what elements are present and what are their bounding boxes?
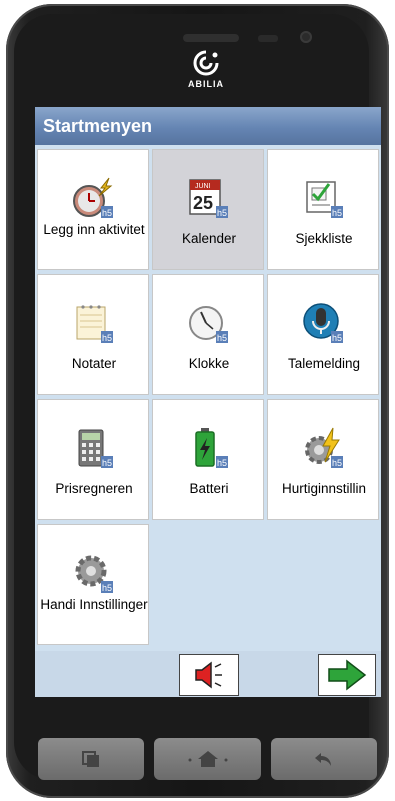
calculator-icon: h5 [78,429,113,468]
proximity-sensor [258,35,278,42]
tile-label: Talemelding [287,356,361,371]
svg-text:25: 25 [193,193,213,213]
recent-apps-button[interactable] [38,738,144,780]
svg-text:h5: h5 [102,333,112,343]
svg-text:h5: h5 [217,458,227,468]
tile-label: Batteri [189,481,229,496]
gear-settings-icon: h5 [75,555,113,593]
svg-text:h5: h5 [102,458,112,468]
tile-label: Sjekkliste [295,231,353,246]
tile-label: Notater [71,356,117,371]
green-arrow-right-icon [328,659,367,691]
tile-talemelding[interactable]: h5 Talemelding [267,274,379,395]
home-button[interactable] [154,738,261,780]
tile-label: Prisregneren [55,481,133,496]
home-icon [188,751,227,767]
title-bar: Startmenyen [35,107,381,145]
calendar-icon: JUNI 25 h5 [189,179,228,218]
abilia-logo-icon [193,50,219,76]
back-icon [315,753,331,766]
svg-text:h5: h5 [217,208,227,218]
tile-label: Klokke [188,356,230,371]
svg-text:h5: h5 [217,333,227,343]
microphone-icon: h5 [303,303,343,343]
front-camera [300,31,312,43]
checklist-icon: h5 [306,181,343,218]
tile-klokke[interactable]: h5 Klokke [152,274,264,395]
svg-text:h5: h5 [102,583,112,593]
earpiece-speaker [183,34,239,42]
svg-text:h5: h5 [332,458,342,468]
clock-icon: h5 [189,306,228,343]
quick-settings-icon: h5 [305,427,343,468]
tile-kalender[interactable]: JUNI 25 h5 Kalender [152,149,264,270]
brand-name: ABILIA [188,79,224,89]
tile-sjekkliste[interactable]: h5 Sjekkliste [267,149,379,270]
tile-label: Kalender [181,231,237,246]
tile-label: Hurtiginnstillin [281,481,367,496]
back-button[interactable] [271,738,377,780]
sound-button[interactable] [179,654,239,696]
app-screen: Startmenyen h5 Legg inn aktivitet JUNI 2… [35,107,381,697]
tile-label: Handi Innstillinger [40,597,148,612]
tile-legg-inn-aktivitet[interactable]: h5 Legg inn aktivitet [37,149,149,270]
page-title: Startmenyen [43,116,153,136]
tile-hurtiginnstillinger[interactable]: h5 Hurtiginnstillin [267,399,379,520]
recent-apps-icon [82,751,99,767]
add-activity-clock-icon: h5 [73,177,113,218]
battery-icon: h5 [195,428,228,468]
svg-text:h5: h5 [332,333,342,343]
svg-text:h5: h5 [102,208,112,218]
tile-batteri[interactable]: h5 Batteri [152,399,264,520]
tile-label: Legg inn aktivitet [43,222,145,237]
svg-text:JUNI: JUNI [195,183,211,190]
speaker-icon [195,661,222,689]
tile-handi-innstillinger[interactable]: h5 Handi Innstillinger [37,524,149,645]
tile-notater[interactable]: h5 Notater [37,274,149,395]
svg-text:h5: h5 [332,208,342,218]
next-button[interactable] [318,654,376,696]
tile-prisregneren[interactable]: h5 Prisregneren [37,399,149,520]
notes-icon: h5 [76,305,113,343]
